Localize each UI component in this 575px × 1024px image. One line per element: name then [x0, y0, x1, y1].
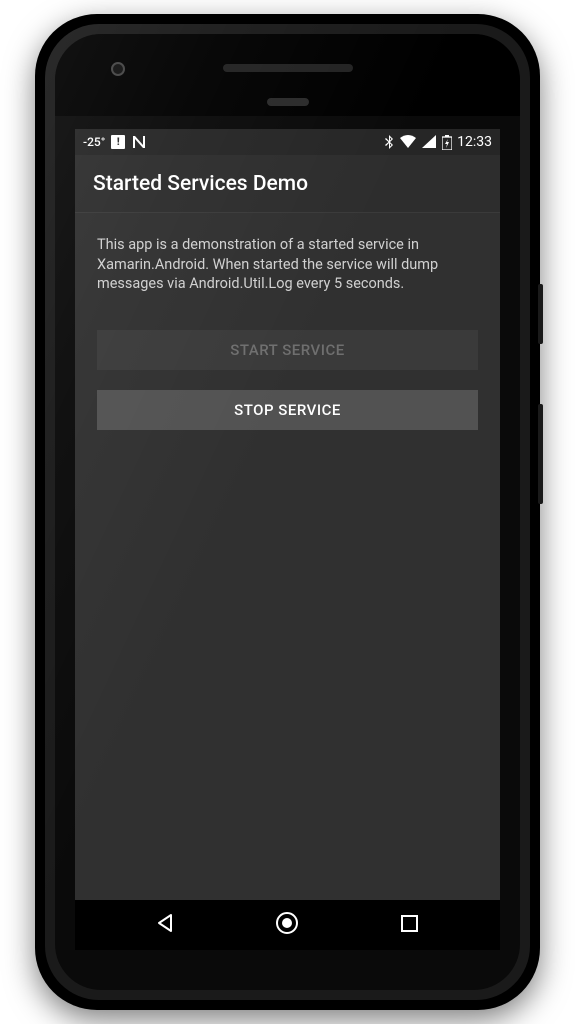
earpiece-speaker	[223, 64, 353, 72]
home-circle-icon	[275, 911, 299, 939]
device-side-button	[538, 404, 543, 504]
app-title: Started Services Demo	[93, 172, 308, 196]
phone-inner-bezel: -25° !	[55, 34, 520, 990]
front-camera-icon	[111, 62, 125, 76]
phone-top-bezel	[55, 34, 520, 116]
temperature-indicator: -25°	[83, 135, 105, 149]
status-clock: 12:33	[457, 134, 492, 150]
notification-alert-icon: !	[111, 135, 125, 149]
phone-screen: -25° !	[75, 129, 500, 900]
battery-charging-icon	[442, 135, 452, 150]
recents-square-icon	[400, 914, 419, 937]
wifi-icon	[399, 135, 417, 149]
main-content: This app is a demonstration of a started…	[75, 213, 500, 430]
status-bar-right: 12:33	[384, 134, 492, 150]
status-bar[interactable]: -25° !	[75, 129, 500, 155]
phone-device-frame: -25° !	[35, 14, 540, 1010]
device-side-button	[538, 284, 543, 344]
phone-bezel: -25° !	[45, 24, 530, 1000]
status-bar-left: -25° !	[83, 135, 149, 149]
cell-signal-icon	[422, 135, 437, 149]
android-n-icon	[131, 135, 149, 149]
back-triangle-icon	[156, 913, 176, 937]
nav-back-button[interactable]	[136, 913, 196, 937]
nav-home-button[interactable]	[257, 911, 317, 939]
app-bar: Started Services Demo	[75, 155, 500, 213]
navigation-bar	[75, 900, 500, 950]
proximity-sensor	[267, 98, 309, 106]
app-description-text: This app is a demonstration of a started…	[97, 235, 478, 294]
stop-service-button[interactable]: STOP SERVICE	[97, 390, 478, 430]
nav-recents-button[interactable]	[379, 914, 439, 937]
start-service-button[interactable]: START SERVICE	[97, 330, 478, 370]
bluetooth-icon	[384, 135, 394, 150]
